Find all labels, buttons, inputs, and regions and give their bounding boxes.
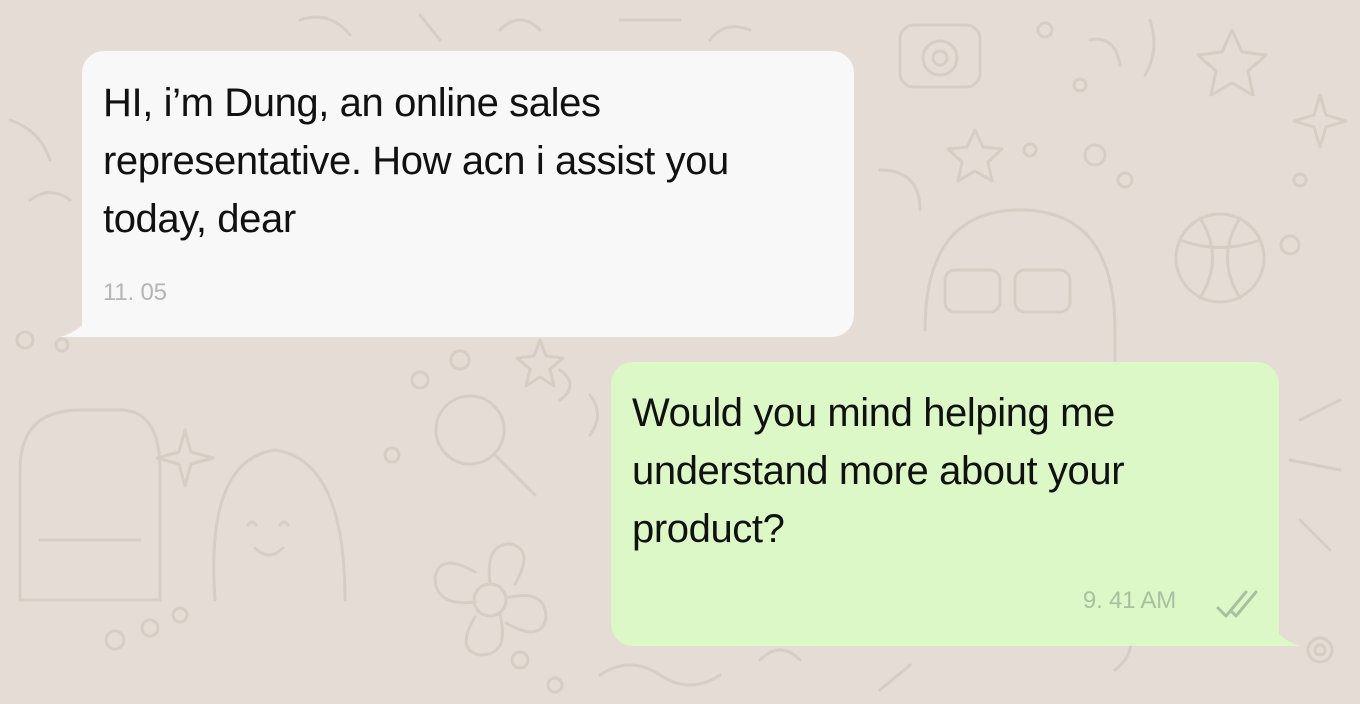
incoming-message-bubble[interactable]: HI, i’m Dung, an online sales representa…	[60, 51, 854, 337]
double-check-icon	[1216, 590, 1258, 618]
outgoing-bubble-tail	[1267, 620, 1301, 646]
outgoing-message-text: Would you mind helping me understand mor…	[632, 391, 1125, 551]
incoming-message-text: HI, i’m Dung, an online sales representa…	[103, 81, 729, 241]
incoming-message-timestamp: 11. 05	[103, 279, 167, 306]
outgoing-message-timestamp: 9. 41 AM	[1082, 587, 1176, 614]
incoming-bubble-tail	[60, 311, 94, 337]
outgoing-message-bubble[interactable]: Would you mind helping me understand mor…	[611, 362, 1301, 646]
